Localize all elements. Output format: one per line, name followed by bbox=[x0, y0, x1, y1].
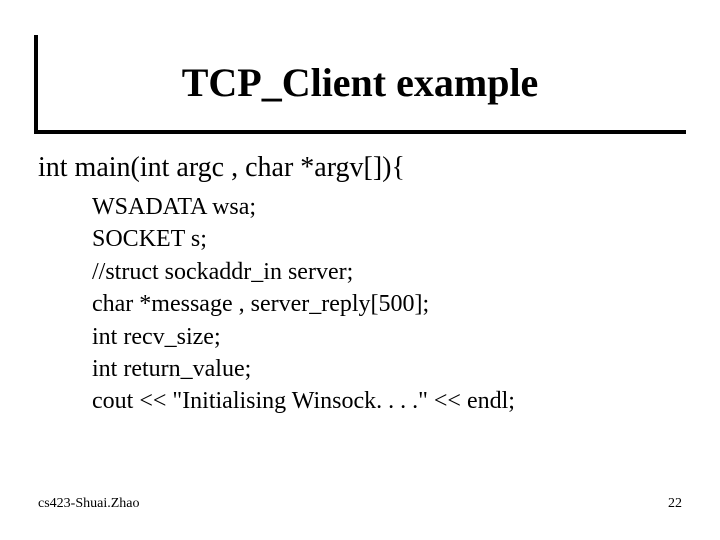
code-line: int return_value; bbox=[92, 353, 682, 385]
title-vertical-rule bbox=[34, 35, 38, 133]
slide-title: TCP_Client example bbox=[34, 35, 686, 130]
function-signature: int main(int argc , char *argv[]){ bbox=[38, 150, 682, 185]
slide: TCP_Client example int main(int argc , c… bbox=[0, 0, 720, 540]
code-line: cout << "Initialising Winsock. . . ." <<… bbox=[92, 385, 682, 417]
title-block: TCP_Client example bbox=[34, 35, 686, 134]
code-content: int main(int argc , char *argv[]){ WSADA… bbox=[38, 150, 682, 418]
code-line: //struct sockaddr_in server; bbox=[92, 256, 682, 288]
page-number: 22 bbox=[668, 496, 682, 512]
code-line: int recv_size; bbox=[92, 321, 682, 353]
function-body: WSADATA wsa; SOCKET s; //struct sockaddr… bbox=[38, 185, 682, 418]
footer-left: cs423-Shuai.Zhao bbox=[38, 496, 139, 512]
footer: cs423-Shuai.Zhao 22 bbox=[38, 496, 682, 512]
title-horizontal-rule bbox=[34, 130, 686, 134]
code-line: char *message , server_reply[500]; bbox=[92, 288, 682, 320]
code-line: SOCKET s; bbox=[92, 223, 682, 255]
code-line: WSADATA wsa; bbox=[92, 191, 682, 223]
